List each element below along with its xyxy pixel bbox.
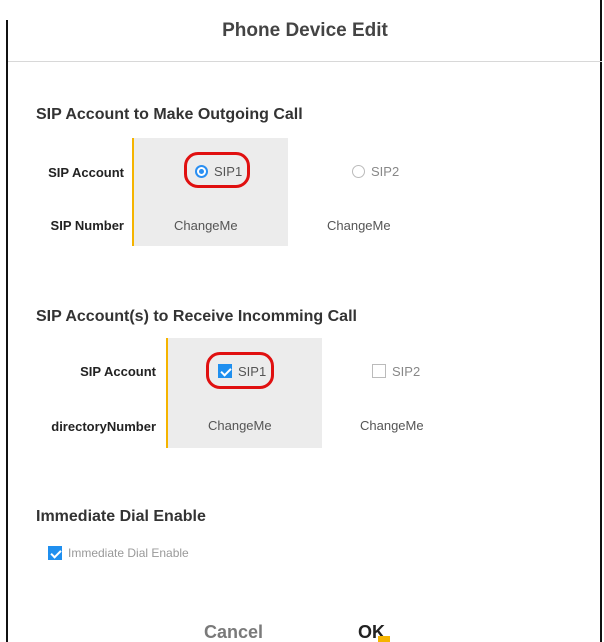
outgoing-sip2-number: ChangeMe [327,217,391,233]
cancel-button[interactable]: Cancel [204,622,263,642]
immediate-dial-option[interactable]: Immediate Dial Enable [48,543,189,563]
ok-accent-mark [378,636,390,642]
dialog-title: Phone Device Edit [222,19,388,41]
immediate-section-title: Immediate Dial Enable [36,508,206,525]
highlight-incoming-sip1 [206,352,274,389]
incoming-sip2-label: SIP2 [392,363,421,379]
incoming-sip-account-label: SIP Account [80,364,156,379]
checkbox-immediate-dial-icon[interactable] [48,546,62,560]
checkbox-sip2-icon[interactable] [372,364,386,378]
incoming-sip2-number: ChangeMe [360,417,424,433]
incoming-sip1-number: ChangeMe [208,417,272,433]
outgoing-option-sip2[interactable]: SIP2 [352,160,399,182]
highlight-outgoing-sip1 [184,152,250,188]
outgoing-sip-number-label: SIP Number [50,218,124,233]
outgoing-sip2-label: SIP2 [371,163,400,179]
incoming-option-sip2[interactable]: SIP2 [372,360,420,382]
incoming-directory-label: directoryNumber [51,419,156,434]
dialog-header: Phone Device Edit [8,0,602,62]
incoming-section-title: SIP Account(s) to Receive Incomming Call [36,308,357,325]
outgoing-sip1-number: ChangeMe [174,217,238,233]
immediate-dial-label: Immediate Dial Enable [68,546,189,560]
outgoing-sip-account-label: SIP Account [48,165,124,180]
outgoing-section-title: SIP Account to Make Outgoing Call [36,106,303,123]
radio-sip2-icon[interactable] [352,164,365,178]
